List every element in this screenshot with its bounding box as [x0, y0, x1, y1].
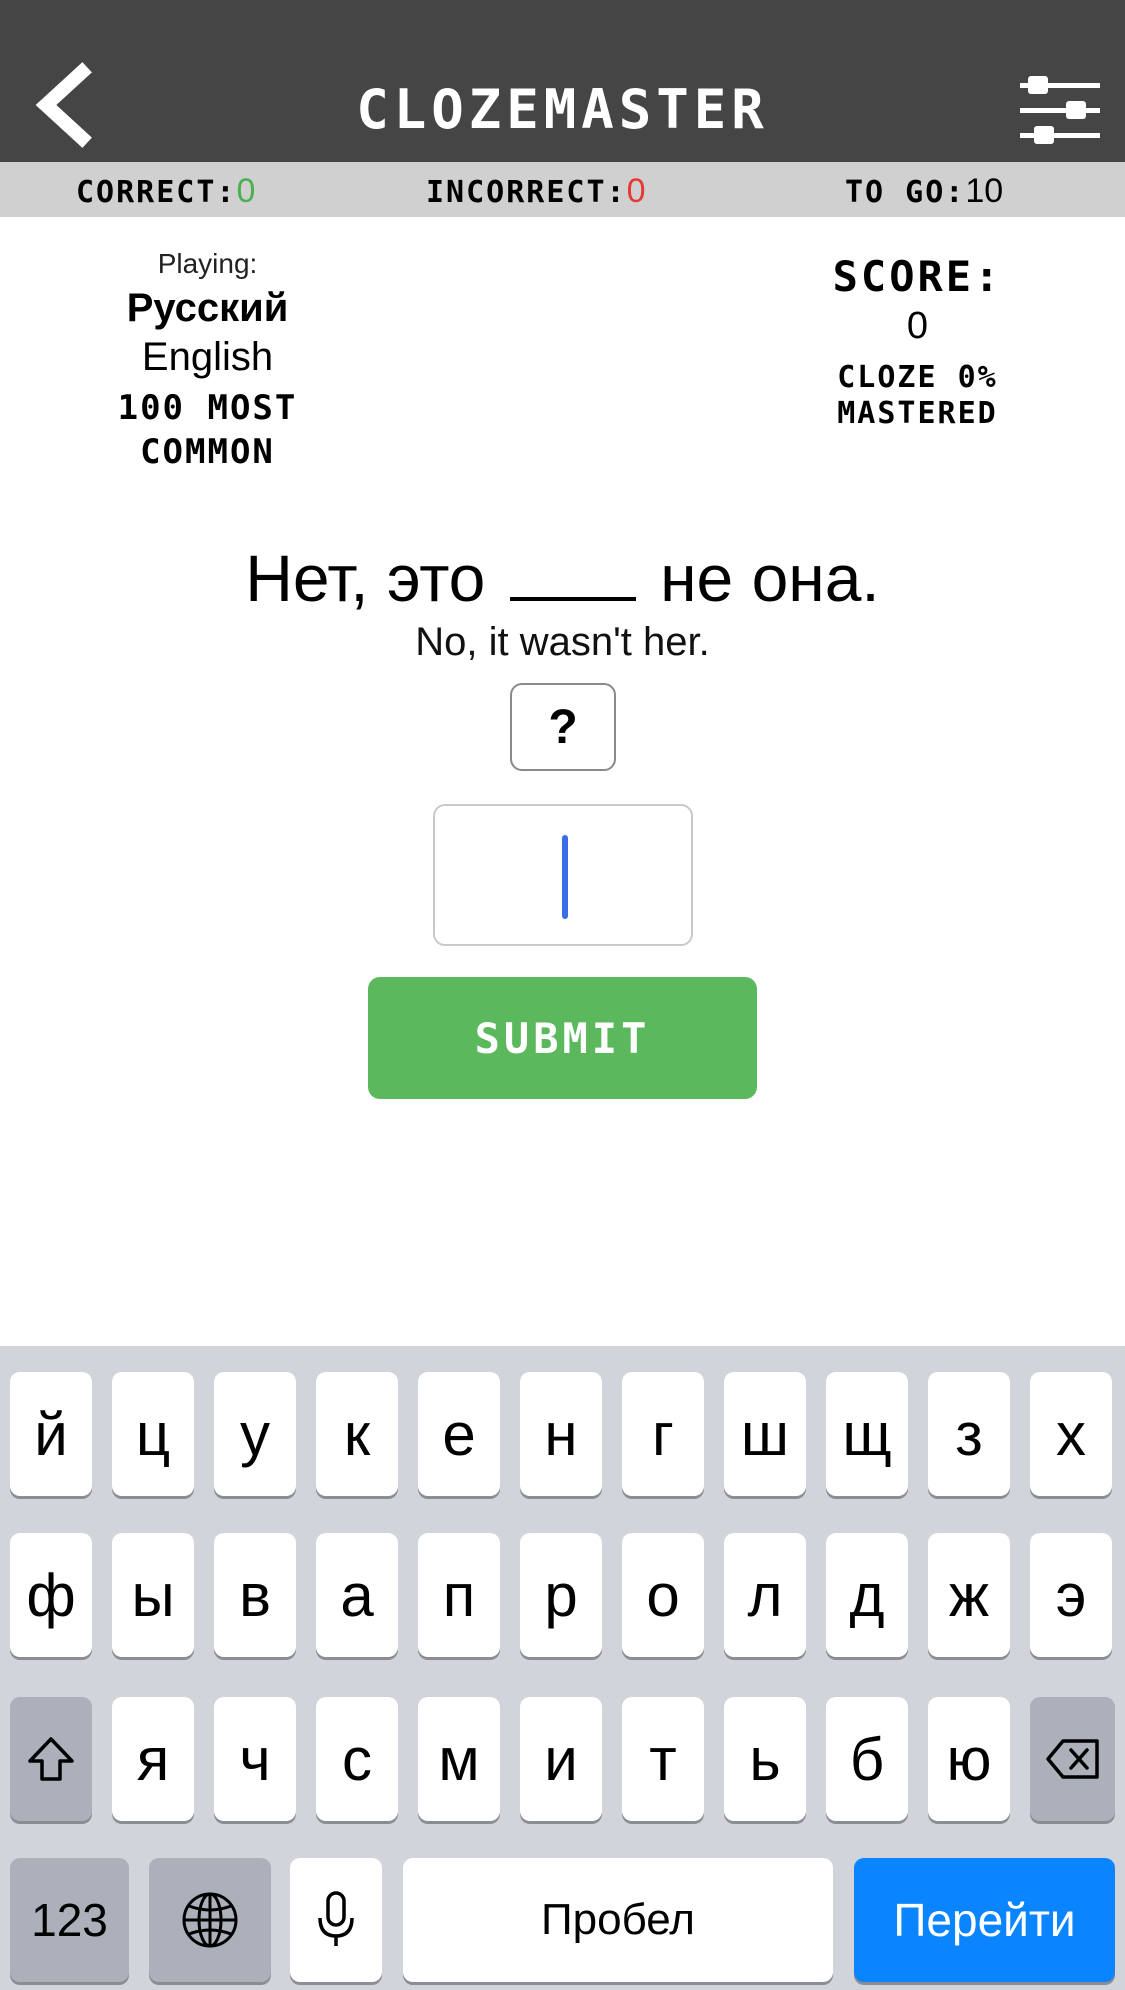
incorrect-label: INCORRECT:	[426, 175, 627, 210]
key-х[interactable]: х	[1030, 1372, 1112, 1496]
sentence-after: не она.	[660, 541, 880, 615]
collection-name: 100 MOST COMMON	[60, 386, 355, 474]
to-go-label: TO GO:	[845, 175, 966, 210]
key-ш[interactable]: ш	[724, 1372, 806, 1496]
key-з[interactable]: з	[928, 1372, 1010, 1496]
app-title: CLOZEMASTER	[356, 78, 769, 141]
delete-key[interactable]	[1030, 1697, 1115, 1821]
key-н[interactable]: н	[520, 1372, 602, 1496]
globe-icon	[182, 1892, 238, 1948]
key-б[interactable]: б	[826, 1697, 908, 1821]
key-т[interactable]: т	[622, 1697, 704, 1821]
delete-icon	[1045, 1739, 1099, 1779]
numbers-key[interactable]: 123	[10, 1858, 129, 1982]
sentence-blank	[509, 547, 636, 601]
space-key[interactable]: Пробел	[403, 1858, 833, 1982]
shift-icon	[28, 1737, 74, 1781]
key-в[interactable]: в	[214, 1533, 296, 1657]
text-caret	[562, 835, 568, 919]
key-м[interactable]: м	[418, 1697, 500, 1821]
key-щ[interactable]: щ	[826, 1372, 908, 1496]
correct-value: 0	[236, 172, 256, 210]
key-г[interactable]: г	[622, 1372, 704, 1496]
key-к[interactable]: к	[316, 1372, 398, 1496]
key-р[interactable]: р	[520, 1533, 602, 1657]
hint-button[interactable]: ?	[510, 683, 616, 771]
key-е[interactable]: е	[418, 1372, 500, 1496]
answer-input[interactable]	[433, 804, 693, 946]
stats-bar: CORRECT:0 INCORRECT:0 TO GO:10	[0, 162, 1125, 217]
globe-key[interactable]	[149, 1858, 271, 1982]
key-а[interactable]: а	[316, 1533, 398, 1657]
key-ч[interactable]: ч	[214, 1697, 296, 1821]
primary-language: Русский	[126, 286, 289, 330]
key-ы[interactable]: ы	[112, 1533, 194, 1657]
settings-sliders-icon	[1020, 76, 1100, 144]
to-go-count: TO GO:10	[845, 172, 1003, 211]
sentence-before: Нет, это	[245, 541, 486, 615]
incorrect-count: INCORRECT:0	[426, 172, 646, 211]
cloze-sentence: Нет, это не она.	[0, 540, 1125, 616]
key-о[interactable]: о	[622, 1533, 704, 1657]
submit-button[interactable]: SUBMIT	[368, 977, 757, 1099]
mastered-line-2: MASTERED	[837, 396, 998, 431]
secondary-language: English	[141, 335, 274, 379]
key-э[interactable]: э	[1030, 1533, 1112, 1657]
key-я[interactable]: я	[112, 1697, 194, 1821]
key-у[interactable]: у	[214, 1372, 296, 1496]
key-и[interactable]: и	[520, 1697, 602, 1821]
incorrect-value: 0	[626, 172, 646, 210]
key-л[interactable]: л	[724, 1533, 806, 1657]
score-info: SCORE: 0 CLOZE 0% MASTERED	[770, 252, 1065, 432]
playing-label: Playing:	[157, 248, 258, 279]
mastered-line-1: CLOZE 0%	[837, 360, 998, 395]
key-й[interactable]: й	[10, 1372, 92, 1496]
dictation-key[interactable]	[290, 1858, 382, 1982]
key-п[interactable]: п	[418, 1533, 500, 1657]
microphone-icon	[318, 1891, 354, 1946]
collection-line-2: COMMON	[140, 432, 275, 472]
app-header: CLOZEMASTER	[0, 0, 1125, 162]
key-ю[interactable]: ю	[928, 1697, 1010, 1821]
score-label: SCORE:	[832, 252, 1003, 301]
shift-key[interactable]	[10, 1697, 92, 1821]
go-key[interactable]: Перейти	[854, 1858, 1115, 1982]
score-value: 0	[906, 305, 929, 347]
key-ь[interactable]: ь	[724, 1697, 806, 1821]
mastered-status: CLOZE 0% MASTERED	[770, 360, 1065, 432]
collection-line-1: 100 MOST	[117, 388, 298, 428]
key-с[interactable]: с	[316, 1697, 398, 1821]
correct-count: CORRECT:0	[76, 172, 255, 211]
playing-info: Playing: Русский English 100 MOST COMMON	[60, 248, 355, 474]
to-go-value: 10	[965, 172, 1004, 210]
sentence-translation: No, it wasn't her.	[415, 620, 710, 664]
key-д[interactable]: д	[826, 1533, 908, 1657]
onscreen-keyboard: йцукенгшщзх фывапролджэ ячсмитьбю 123 Пр…	[0, 1346, 1125, 1990]
key-ф[interactable]: ф	[10, 1533, 92, 1657]
correct-label: CORRECT:	[76, 175, 237, 210]
settings-button[interactable]	[1020, 76, 1100, 146]
key-ц[interactable]: ц	[112, 1372, 194, 1496]
key-ж[interactable]: ж	[928, 1533, 1010, 1657]
